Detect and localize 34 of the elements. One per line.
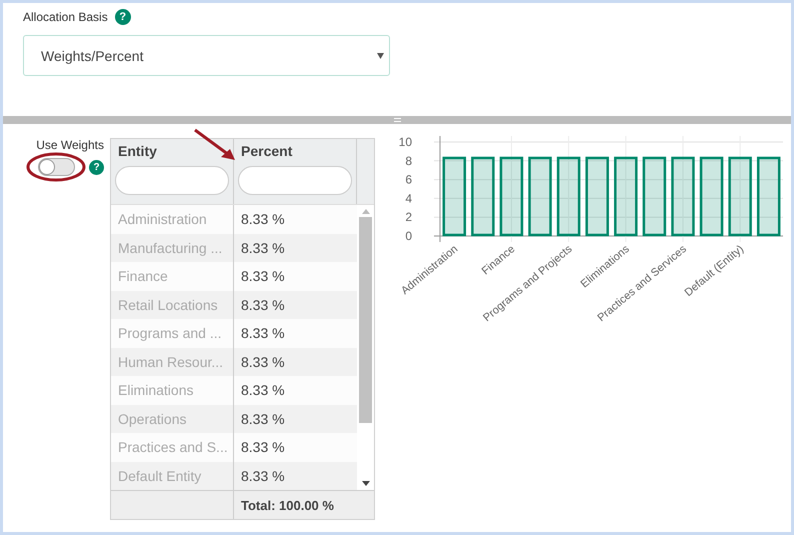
axis-tick-label: 6 <box>405 172 412 187</box>
help-icon[interactable]: ? <box>89 160 104 174</box>
scroll-up-icon[interactable] <box>362 209 370 214</box>
filter-field[interactable] <box>115 166 229 195</box>
grip-icon <box>394 118 400 122</box>
table-cell-text: 8.33 % <box>240 381 286 400</box>
field-label: Allocation Basis <box>23 10 108 24</box>
splitter-bar[interactable] <box>3 116 791 124</box>
table-cell-text: 8.33 % <box>240 466 286 486</box>
toggle-switch[interactable] <box>38 158 74 176</box>
table-cell-text: 8.33 % <box>240 410 286 429</box>
table-cell-text: 8.33 % <box>240 324 286 344</box>
table-cell-text: 8.33 % <box>240 267 286 286</box>
field-label: Use Weights <box>36 138 104 152</box>
table-cell-text: 8.33 % <box>240 210 286 230</box>
scroll-down-icon[interactable] <box>362 481 370 486</box>
axis-tick-label: 0 <box>405 229 412 243</box>
arrow-annotation <box>193 128 237 162</box>
total-text: Total: 100.00 % <box>240 496 334 514</box>
caret-icon <box>377 52 384 58</box>
table-cell-text: 8.33 % <box>240 438 286 458</box>
axis-tick-label: 8 <box>405 154 412 168</box>
table-cell-text: 8.33 % <box>240 238 286 258</box>
column-header: Entity <box>117 143 158 159</box>
table-cell-text: 8.33 % <box>240 352 286 372</box>
axis-tick-label: 10 <box>398 135 412 149</box>
column-header: Percent <box>240 143 294 159</box>
table-cell-text: 8.33 % <box>240 296 286 315</box>
axis-tick-label: 2 <box>405 210 412 224</box>
help-icon[interactable]: ? <box>114 9 131 25</box>
allocation-basis-dropdown[interactable]: Weights/Percent <box>23 35 390 76</box>
axis-tick-label: 4 <box>405 191 412 206</box>
highlight-ellipse <box>26 152 86 182</box>
filter-field[interactable] <box>238 166 352 195</box>
